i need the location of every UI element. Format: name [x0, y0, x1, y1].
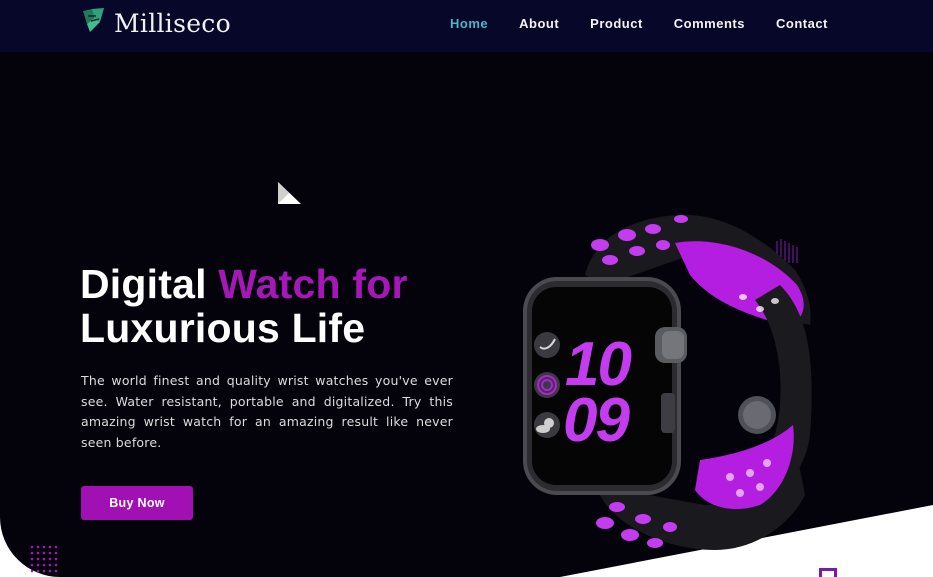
hero-description: The world finest and quality wrist watch… — [81, 373, 453, 450]
nav-links: Home About Product Comments Contact — [450, 16, 859, 31]
hero-title-part1: Digital — [80, 261, 207, 307]
navbar: Milliseco Home About Product Comments Co… — [0, 0, 933, 52]
hero-title: Digital Watch for Luxurious Life — [80, 262, 408, 350]
brand[interactable]: Milliseco — [82, 8, 231, 38]
hero-title-line2: Luxurious Life — [80, 305, 366, 351]
landing-page: Milliseco Home About Product Comments Co… — [0, 0, 933, 577]
watch-minute-display: 09 — [563, 386, 630, 455]
nav-item-contact[interactable]: Contact — [776, 16, 828, 31]
nav-item-product[interactable]: Product — [590, 16, 643, 31]
hero-title-accent: Watch for — [218, 261, 408, 307]
nav-item-about[interactable]: About — [519, 16, 559, 31]
nav-item-comments[interactable]: Comments — [674, 16, 745, 31]
buy-now-button[interactable]: Buy Now — [81, 486, 193, 520]
smartwatch-image: 10 09 — [505, 205, 825, 561]
mouse-cursor-icon — [277, 181, 303, 211]
leaf-icon — [82, 8, 106, 38]
decorative-dot-grid — [30, 545, 60, 577]
nav-item-home[interactable]: Home — [450, 16, 488, 31]
brand-name: Milliseco — [114, 8, 231, 38]
decorative-square — [819, 568, 837, 577]
